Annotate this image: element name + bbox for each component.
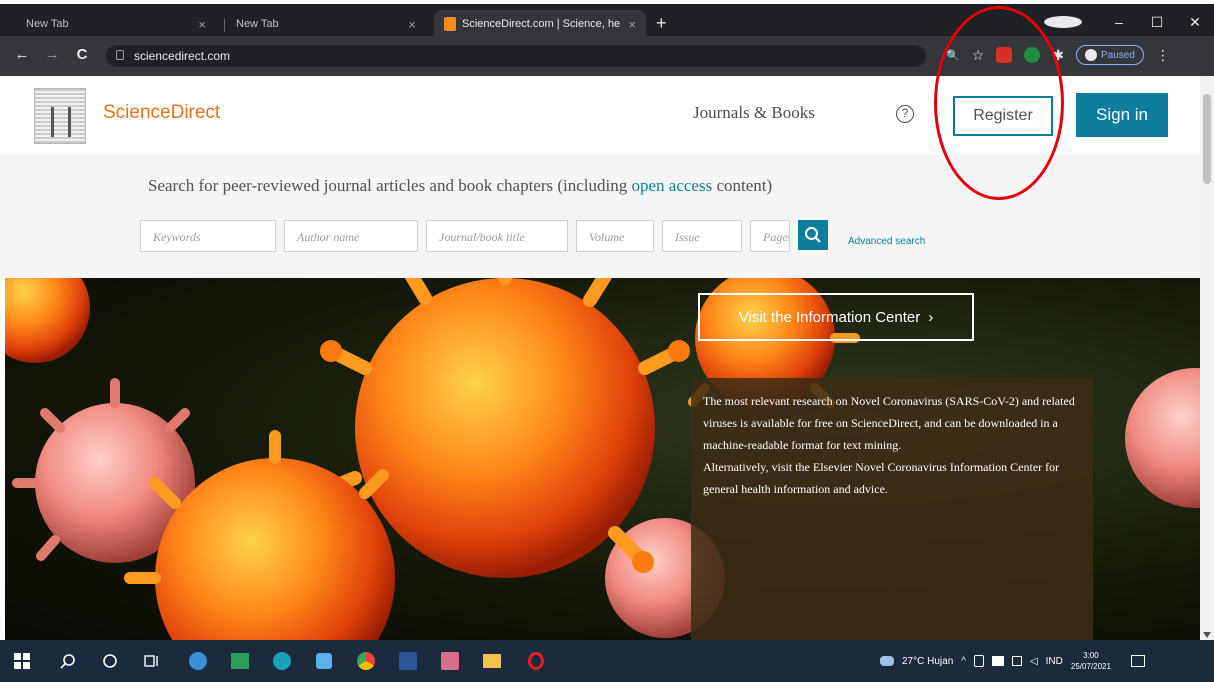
language-indicator[interactable]: IND (1046, 656, 1063, 667)
close-icon[interactable]: × (198, 17, 206, 32)
zoom-icon[interactable]: 🔍 (946, 49, 960, 62)
profile-status-label: Paused (1101, 49, 1135, 61)
search-heading-text: Search for peer-reviewed journal article… (148, 176, 632, 195)
volume-icon[interactable] (1011, 656, 1022, 666)
volume-input[interactable]: Volume (576, 220, 654, 252)
tab-divider (224, 18, 225, 32)
tab-title: New Tab (236, 18, 279, 30)
chevron-up-icon[interactable]: ^ (961, 656, 966, 667)
maximize-button[interactable]: ☐ (1138, 14, 1176, 31)
address-bar[interactable]: sciencedirect.com (106, 45, 926, 67)
browser-toolbar: ← → C sciencedirect.com 🔍 ☆ ✱ Paused ⋮ (0, 36, 1214, 76)
browser-globe-icon[interactable] (188, 651, 208, 671)
browser-tab-sciencedirect[interactable]: ScienceDirect.com | Science, heal × (434, 10, 646, 38)
sign-in-button[interactable]: Sign in (1076, 93, 1168, 137)
search-icon[interactable] (58, 651, 78, 671)
photos-app-icon[interactable] (230, 651, 250, 671)
register-button[interactable]: Register (953, 96, 1053, 136)
clock-time: 3:00 (1083, 651, 1099, 660)
browser-tab-new-1[interactable]: New Tab × (16, 10, 216, 38)
avatar (1085, 49, 1097, 61)
page-scrollbar[interactable] (1200, 76, 1214, 640)
author-name-input[interactable]: Author name (284, 220, 418, 252)
minimize-button[interactable]: – (1100, 14, 1138, 30)
hero-banner: The most relevant research on Novel Coro… (5, 278, 1200, 640)
tab-title: ScienceDirect.com | Science, heal (462, 18, 621, 30)
visit-information-center-button[interactable]: Visit the Information Center › (698, 293, 974, 341)
toolbar-actions: 🔍 ☆ ✱ Paused ⋮ (946, 45, 1170, 65)
elsevier-logo-icon[interactable] (34, 88, 86, 144)
advanced-search-link[interactable]: Advanced search (848, 236, 925, 247)
forward-button[interactable]: → (42, 46, 62, 63)
edge-browser-icon[interactable] (272, 651, 292, 671)
search-heading-text-end: content) (712, 176, 773, 195)
file-explorer-icon[interactable] (482, 651, 502, 671)
system-tray: 27°C Hujan ^ ◁ IND 3:00 25/07/2021 (880, 640, 1145, 682)
covid-info-paragraph-1: The most relevant research on Novel Coro… (703, 394, 1075, 452)
pages-input[interactable]: Pages (750, 220, 790, 252)
extension-green-icon[interactable] (1024, 47, 1041, 63)
close-icon[interactable]: × (408, 17, 416, 32)
powerpoint-icon[interactable] (440, 651, 460, 671)
browser-tab-new-2[interactable]: New Tab × (226, 10, 426, 38)
tab-title: New Tab (26, 18, 69, 30)
extensions-puzzle-icon[interactable]: ✱ (1052, 47, 1064, 64)
weather-cloud-icon (880, 656, 894, 666)
bookmark-star-icon[interactable]: ☆ (972, 47, 985, 64)
new-tab-button[interactable]: + (656, 14, 667, 32)
opera-icon[interactable] (526, 651, 546, 671)
covid-info-panel: The most relevant research on Novel Coro… (691, 378, 1093, 640)
visit-information-center-label: Visit the Information Center (738, 308, 921, 326)
task-view-icon[interactable] (142, 651, 162, 671)
browser-tab-strip: New Tab × New Tab × ScienceDirect.com | … (0, 0, 1214, 38)
search-icon (805, 227, 821, 243)
reload-button[interactable]: C (72, 46, 92, 63)
help-icon[interactable]: ? (896, 105, 914, 123)
close-icon[interactable]: × (628, 17, 636, 32)
windows-start-icon[interactable] (12, 651, 32, 671)
lock-icon (116, 50, 124, 60)
journals-books-link[interactable]: Journals & Books (693, 103, 815, 123)
windows-taskbar: 27°C Hujan ^ ◁ IND 3:00 25/07/2021 (0, 640, 1214, 682)
close-window-button[interactable]: ✕ (1176, 14, 1214, 31)
chrome-profile-icon[interactable] (1044, 16, 1082, 28)
issue-input[interactable]: Issue (662, 220, 742, 252)
search-button[interactable] (798, 220, 828, 250)
back-button[interactable]: ← (12, 46, 32, 63)
speaker-icon[interactable]: ◁ (1030, 656, 1038, 667)
search-heading: Search for peer-reviewed journal article… (148, 176, 772, 196)
address-url[interactable]: sciencedirect.com (134, 49, 230, 63)
browser-menu-icon[interactable]: ⋮ (1156, 47, 1170, 64)
site-header: ScienceDirect Journals & Books ? Registe… (0, 76, 1200, 154)
cortana-icon[interactable] (100, 651, 120, 671)
battery-icon[interactable] (973, 655, 984, 667)
journal-title-input[interactable]: Journal/book title (426, 220, 568, 252)
notifications-icon[interactable] (1130, 655, 1145, 667)
search-section: Search for peer-reviewed journal article… (0, 154, 1200, 278)
app-launcher-icon[interactable] (314, 651, 334, 671)
scroll-down-arrow-icon[interactable] (1203, 632, 1211, 638)
virus-orange-left-edge (5, 278, 90, 363)
word-icon[interactable] (398, 651, 418, 671)
clock[interactable]: 3:00 25/07/2021 (1071, 650, 1111, 672)
scrollbar-thumb[interactable] (1203, 94, 1211, 184)
chrome-icon[interactable] (356, 651, 376, 671)
open-access-link[interactable]: open access (632, 176, 713, 195)
profile-paused-button[interactable]: Paused (1076, 45, 1144, 65)
logo-tree-shape (51, 107, 71, 137)
site-brand[interactable]: ScienceDirect (103, 102, 220, 124)
elsevier-favicon-icon (444, 17, 456, 31)
keywords-input[interactable]: Keywords (140, 220, 276, 252)
clock-date: 25/07/2021 (1070, 662, 1111, 671)
network-icon[interactable] (991, 656, 1004, 666)
window-controls: – ☐ ✕ (1044, 10, 1214, 34)
weather-text[interactable]: 27°C Hujan (902, 656, 953, 667)
covid-info-paragraph-2: Alternatively, visit the Elsevier Novel … (703, 460, 1060, 496)
extension-red-icon[interactable] (996, 47, 1013, 63)
chevron-right-icon: › (928, 308, 934, 326)
